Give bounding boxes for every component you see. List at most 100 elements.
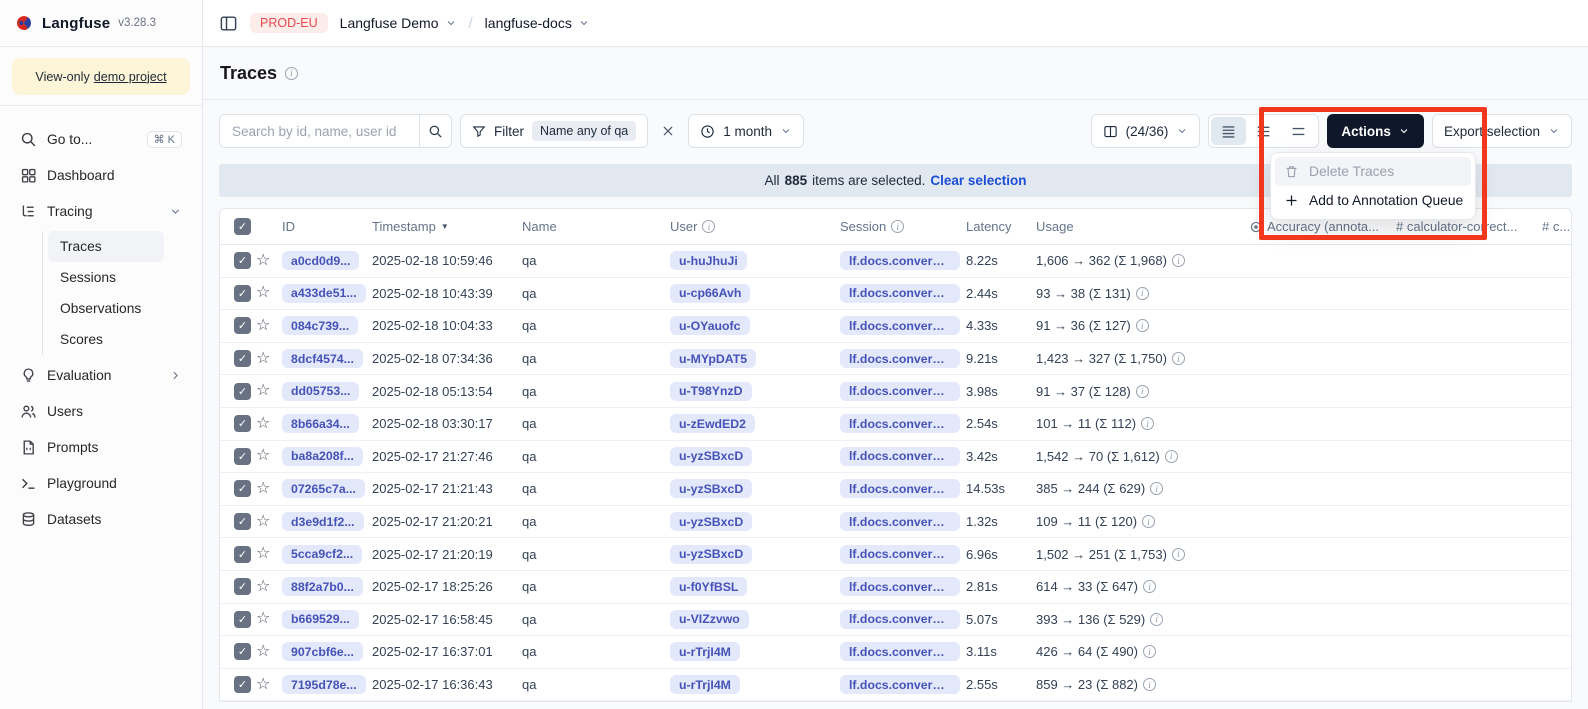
bookmark-star-icon[interactable]: ☆ — [256, 253, 270, 269]
sidebar-item-datasets[interactable]: Datasets — [12, 503, 190, 536]
table-row[interactable]: ☆ d3e9d1f2... 2025-02-17 21:20:21 qa u-y… — [220, 506, 1571, 539]
table-row[interactable]: ☆ b669529... 2025-02-17 16:58:45 qa u-VI… — [220, 604, 1571, 637]
org-breadcrumb[interactable]: Langfuse Demo — [340, 15, 457, 31]
export-selection-button[interactable]: Export selection — [1432, 114, 1572, 148]
row-checkbox[interactable] — [234, 546, 251, 563]
session-link[interactable]: lf.docs.conversation... — [840, 610, 960, 629]
project-breadcrumb[interactable]: langfuse-docs — [485, 15, 590, 31]
row-checkbox[interactable] — [234, 448, 251, 465]
user-link[interactable]: u-OYauofc — [670, 316, 750, 335]
column-header-truncated[interactable]: # c... — [1542, 219, 1571, 234]
table-row[interactable]: ☆ a0cd0d9... 2025-02-18 10:59:46 qa u-hu… — [220, 245, 1571, 278]
info-icon[interactable] — [1150, 613, 1163, 626]
sidebar-item-goto[interactable]: Go to... ⌘ K — [12, 123, 190, 156]
column-header-calculator-correct[interactable]: # calculator-correct... — [1396, 219, 1542, 234]
info-icon[interactable] — [1143, 678, 1156, 691]
table-row[interactable]: ☆ a433de51... 2025-02-18 10:43:39 qa u-c… — [220, 278, 1571, 311]
row-checkbox[interactable] — [234, 415, 251, 432]
session-link[interactable]: lf.docs.conversation... — [840, 349, 960, 368]
trace-id-link[interactable]: 88f2a7b0... — [282, 577, 363, 596]
info-icon[interactable] — [1150, 482, 1163, 495]
row-height-compact-icon[interactable] — [1211, 117, 1246, 145]
table-row[interactable]: ☆ 084c739... 2025-02-18 10:04:33 qa u-OY… — [220, 310, 1571, 343]
column-header-timestamp[interactable]: Timestamp ▼ — [372, 219, 522, 234]
row-checkbox[interactable] — [234, 611, 251, 628]
info-icon[interactable] — [1165, 450, 1178, 463]
info-icon[interactable] — [1136, 287, 1149, 300]
info-icon[interactable] — [1143, 580, 1156, 593]
column-header-id[interactable]: ID — [282, 219, 372, 234]
trace-id-link[interactable]: 907cbf6e... — [282, 642, 363, 661]
table-row[interactable]: ☆ 07265c7a... 2025-02-17 21:21:43 qa u-y… — [220, 473, 1571, 506]
table-row[interactable]: ☆ 5cca9cf2... 2025-02-17 21:20:19 qa u-y… — [220, 538, 1571, 571]
table-row[interactable]: ☆ dd05753... 2025-02-18 05:13:54 qa u-T9… — [220, 375, 1571, 408]
info-icon[interactable] — [1172, 254, 1185, 267]
user-link[interactable]: u-T98YnzD — [670, 382, 752, 401]
sidebar-item-traces[interactable]: Traces — [48, 231, 164, 262]
sidebar-item-playground[interactable]: Playground — [12, 467, 190, 500]
user-link[interactable]: u-cp66Avh — [670, 284, 750, 303]
user-link[interactable]: u-MYpDAT5 — [670, 349, 756, 368]
column-header-accuracy[interactable]: Accuracy (annota... — [1250, 219, 1396, 234]
session-link[interactable]: lf.docs.conversation... — [840, 675, 960, 694]
column-header-user[interactable]: User — [670, 219, 840, 234]
clear-selection-link[interactable]: Clear selection — [930, 173, 1026, 188]
row-checkbox[interactable] — [234, 676, 251, 693]
column-header-name[interactable]: Name — [522, 219, 670, 234]
user-link[interactable]: u-huJhuJi — [670, 251, 747, 270]
user-link[interactable]: u-yzSBxcD — [670, 545, 752, 564]
trace-id-link[interactable]: 8dcf4574... — [282, 349, 363, 368]
actions-button[interactable]: Actions — [1327, 114, 1424, 148]
session-link[interactable]: lf.docs.conversation... — [840, 479, 960, 498]
row-checkbox[interactable] — [234, 285, 251, 302]
table-row[interactable]: ☆ 7195d78e... 2025-02-17 16:36:43 qa u-r… — [220, 669, 1571, 702]
table-row[interactable]: ☆ 8b66a34... 2025-02-18 03:30:17 qa u-zE… — [220, 408, 1571, 441]
info-icon[interactable] — [1172, 548, 1185, 561]
column-header-session[interactable]: Session — [840, 219, 966, 234]
row-checkbox[interactable] — [234, 383, 251, 400]
trace-id-link[interactable]: a433de51... — [282, 284, 366, 303]
session-link[interactable]: lf.docs.conversation... — [840, 512, 960, 531]
row-checkbox[interactable] — [234, 578, 251, 595]
sidebar-item-dashboard[interactable]: Dashboard — [12, 159, 190, 192]
time-range-select[interactable]: 1 month — [688, 114, 804, 148]
table-row[interactable]: ☆ 88f2a7b0... 2025-02-17 18:25:26 qa u-f… — [220, 571, 1571, 604]
demo-project-link[interactable]: demo project — [94, 70, 167, 84]
filter-button[interactable]: Filter Name any of qa — [460, 114, 648, 148]
row-checkbox[interactable] — [234, 513, 251, 530]
trace-id-link[interactable]: a0cd0d9... — [282, 251, 359, 270]
info-icon[interactable] — [1136, 385, 1149, 398]
columns-select[interactable]: (24/36) — [1091, 114, 1201, 148]
sidebar-toggle-icon[interactable] — [219, 14, 238, 33]
menu-item-delete-traces[interactable]: Delete Traces — [1275, 157, 1471, 186]
bookmark-star-icon[interactable]: ☆ — [256, 481, 270, 497]
row-checkbox[interactable] — [234, 643, 251, 660]
bookmark-star-icon[interactable]: ☆ — [256, 514, 270, 530]
table-row[interactable]: ☆ ba8a208f... 2025-02-17 21:27:46 qa u-y… — [220, 441, 1571, 474]
bookmark-star-icon[interactable]: ☆ — [256, 448, 270, 464]
trace-id-link[interactable]: 7195d78e... — [282, 675, 366, 694]
user-link[interactable]: u-yzSBxcD — [670, 447, 752, 466]
trace-id-link[interactable]: d3e9d1f2... — [282, 512, 364, 531]
trace-id-link[interactable]: b669529... — [282, 610, 359, 629]
info-icon[interactable] — [1142, 515, 1155, 528]
session-link[interactable]: lf.docs.conversation... — [840, 251, 960, 270]
bookmark-star-icon[interactable]: ☆ — [256, 677, 270, 693]
session-link[interactable]: lf.docs.conversation... — [840, 414, 960, 433]
bookmark-star-icon[interactable]: ☆ — [256, 644, 270, 660]
menu-item-add-to-annotation-queue[interactable]: Add to Annotation Queue — [1275, 186, 1471, 215]
bookmark-star-icon[interactable]: ☆ — [256, 611, 270, 627]
select-all-checkbox[interactable] — [234, 218, 251, 235]
bookmark-star-icon[interactable]: ☆ — [256, 579, 270, 595]
search-input[interactable] — [219, 114, 419, 148]
bookmark-star-icon[interactable]: ☆ — [256, 351, 270, 367]
trace-id-link[interactable]: 084c739... — [282, 316, 358, 335]
session-link[interactable]: lf.docs.conversation... — [840, 316, 960, 335]
sidebar-item-prompts[interactable]: Prompts — [12, 431, 190, 464]
session-link[interactable]: lf.docs.conversation... — [840, 642, 960, 661]
user-link[interactable]: u-rTrjI4M — [670, 675, 740, 694]
bookmark-star-icon[interactable]: ☆ — [256, 318, 270, 334]
trace-id-link[interactable]: 8b66a34... — [282, 414, 359, 433]
search-button[interactable] — [419, 114, 452, 148]
user-link[interactable]: u-yzSBxcD — [670, 512, 752, 531]
